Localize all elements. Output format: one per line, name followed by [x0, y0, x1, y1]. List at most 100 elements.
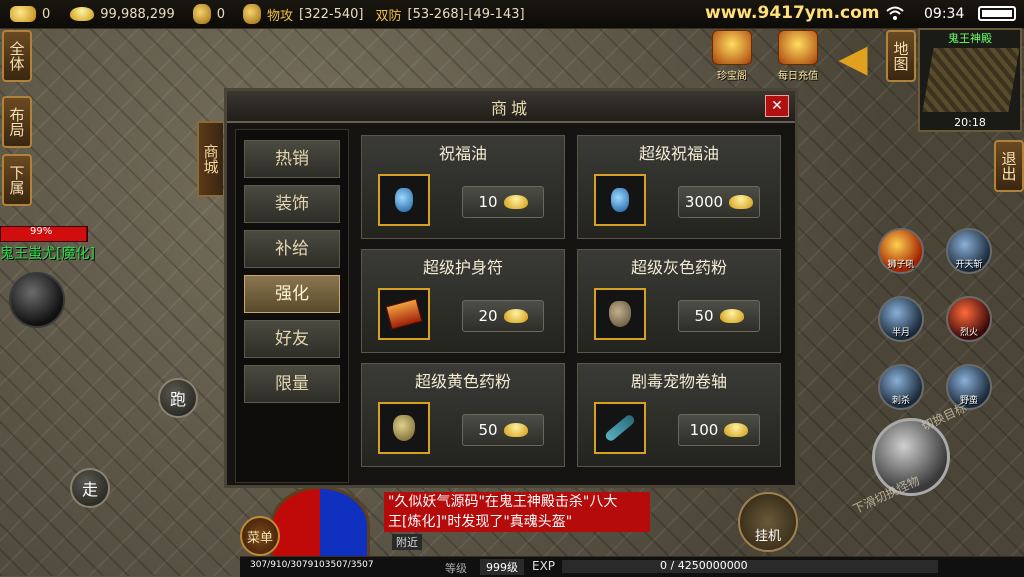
money-bag-icon: [192, 4, 211, 24]
buy-price-button[interactable]: 50: [462, 414, 544, 446]
def-value: [53-268]-[49-143]: [407, 6, 525, 22]
item-slot[interactable]: [378, 174, 430, 226]
buy-price-button[interactable]: 20: [462, 300, 544, 332]
boss-name: 鬼王蚩尤[魔化]: [0, 246, 95, 262]
walk-button[interactable]: 走: [70, 468, 110, 508]
shop-item-card[interactable]: 超级黄色药粉 50: [361, 363, 565, 467]
amulet-book-icon: [385, 298, 423, 330]
powder-pouch-icon: [393, 415, 415, 441]
exp-label: EXP: [532, 559, 556, 573]
boss-hp-percent: 99%: [30, 226, 53, 237]
daily-recharge-label: 每日充值: [778, 71, 818, 82]
shop-item-card[interactable]: 超级祝福油 3000: [577, 135, 781, 239]
item-slot[interactable]: [594, 402, 646, 454]
item-slot[interactable]: [594, 174, 646, 226]
item-slot[interactable]: [378, 402, 430, 454]
gold-ingot-icon: [719, 309, 744, 323]
item-price: 100: [689, 421, 719, 439]
attack-stat: 物攻 [322-540] 双防 [53-268]-[49-143]: [243, 4, 525, 24]
layout-button[interactable]: 布局: [2, 96, 32, 148]
item-price: 50: [478, 421, 498, 439]
hp-mp-text: 307/910/3079103507/3507: [250, 560, 374, 570]
daily-recharge-button[interactable]: 每日充值: [772, 30, 824, 82]
all-button[interactable]: 全体: [2, 30, 32, 82]
hp-mp-orb: [270, 486, 370, 566]
gold-ingot-icon: [503, 195, 528, 209]
gold-ingot-icon: [724, 423, 749, 437]
skill-lion-roar[interactable]: 狮子吼: [878, 228, 924, 274]
item-slot[interactable]: [378, 288, 430, 340]
menu-button[interactable]: 菜单: [240, 516, 280, 556]
category-supply[interactable]: 补给: [244, 230, 340, 268]
item-name: 祝福油: [438, 144, 487, 163]
bag-counter: 0: [192, 4, 225, 24]
buy-price-button[interactable]: 3000: [678, 186, 760, 218]
shop-item-card[interactable]: 超级灰色药粉 50: [577, 249, 781, 353]
minimap-time: 20:18: [954, 116, 986, 129]
skill-label: 狮子吼: [887, 260, 915, 270]
chat-line-2: 王[炼化]"时发现了"真魂头盔": [388, 514, 573, 530]
minimap-title: 鬼王神殿: [948, 32, 992, 45]
nearby-tab[interactable]: 附近: [392, 534, 422, 550]
item-price: 50: [694, 307, 714, 325]
minimap[interactable]: 鬼王神殿 20:18: [918, 28, 1022, 132]
map-button[interactable]: 地图: [886, 30, 916, 82]
level-value: 999级: [480, 559, 524, 575]
category-hot[interactable]: 热销: [244, 140, 340, 178]
subordinate-button[interactable]: 下属: [2, 154, 32, 206]
blue-bottle-icon: [395, 188, 413, 212]
treasure-pavilion-button[interactable]: 珍宝阁: [706, 30, 758, 82]
gold-ingot-icon: [70, 7, 95, 21]
item-price: 10: [478, 193, 498, 211]
buy-price-button[interactable]: 100: [678, 414, 760, 446]
shop-item-card[interactable]: 剧毒宠物卷轴 100: [577, 363, 781, 467]
chat-message[interactable]: "久似妖气源码"在鬼王神殿击杀"八大 王[炼化]"时发现了"真魂头盔": [384, 492, 650, 532]
skill-assassinate[interactable]: 刺杀: [878, 364, 924, 410]
gold-ingot-icon: [729, 195, 754, 209]
level-label: 等级: [445, 562, 467, 575]
item-name: 超级灰色药粉: [630, 258, 727, 277]
exit-button[interactable]: 退出: [994, 140, 1024, 192]
gold-coins-icon: [10, 6, 36, 22]
skill-flame[interactable]: 烈火: [946, 296, 992, 342]
shop-header: 商城 ✕: [227, 91, 795, 123]
skill-label: 烈火: [959, 328, 978, 338]
bag-count: 0: [216, 6, 225, 22]
item-slot[interactable]: [594, 288, 646, 340]
skill-label: 刺杀: [891, 396, 910, 406]
run-button[interactable]: 跑: [158, 378, 198, 418]
chest-icon: [778, 30, 818, 65]
shop-item-card[interactable]: 超级护身符 20: [361, 249, 565, 353]
skill-heaven-slash[interactable]: 开天斩: [946, 228, 992, 274]
treasure-label: 珍宝阁: [717, 71, 747, 82]
close-icon[interactable]: ✕: [765, 95, 789, 117]
exp-bar: [562, 560, 938, 573]
skill-label: 半月: [891, 328, 910, 338]
shop-side-tab[interactable]: 商城: [197, 121, 223, 197]
collapse-arrow-icon[interactable]: ◀: [838, 34, 868, 82]
minimap-terrain: [922, 48, 1020, 112]
powder-pouch-icon: [609, 301, 631, 327]
buy-price-button[interactable]: 10: [462, 186, 544, 218]
shop-item-card[interactable]: 祝福油 10: [361, 135, 565, 239]
category-decoration[interactable]: 装饰: [244, 185, 340, 223]
treasure-icon: [712, 30, 752, 65]
lion-badge-icon: [243, 4, 261, 24]
auto-battle-label: 挂机: [754, 529, 781, 544]
item-price: 20: [478, 307, 498, 325]
category-list: 热销 装饰 补给 强化 好友 限量: [235, 129, 349, 483]
shop-panel: 商城 商城 ✕ 热销 装饰 补给 强化 好友 限量 祝福油 10 超级祝福油 3…: [197, 88, 798, 488]
category-friends[interactable]: 好友: [244, 320, 340, 358]
skill-half-moon[interactable]: 半月: [878, 296, 924, 342]
blue-bottle-icon: [611, 188, 629, 212]
gold-count: 0: [42, 6, 51, 22]
auto-battle-button[interactable]: 挂机: [738, 492, 798, 552]
item-name: 超级黄色药粉: [414, 372, 511, 391]
wifi-icon: [886, 6, 904, 20]
buy-price-button[interactable]: 50: [678, 300, 760, 332]
site-url: www.9417ym.com: [705, 3, 880, 23]
category-limited[interactable]: 限量: [244, 365, 340, 403]
category-enhance[interactable]: 强化: [244, 275, 340, 313]
scroll-icon: [603, 413, 637, 443]
joystick-orb[interactable]: [9, 272, 65, 328]
